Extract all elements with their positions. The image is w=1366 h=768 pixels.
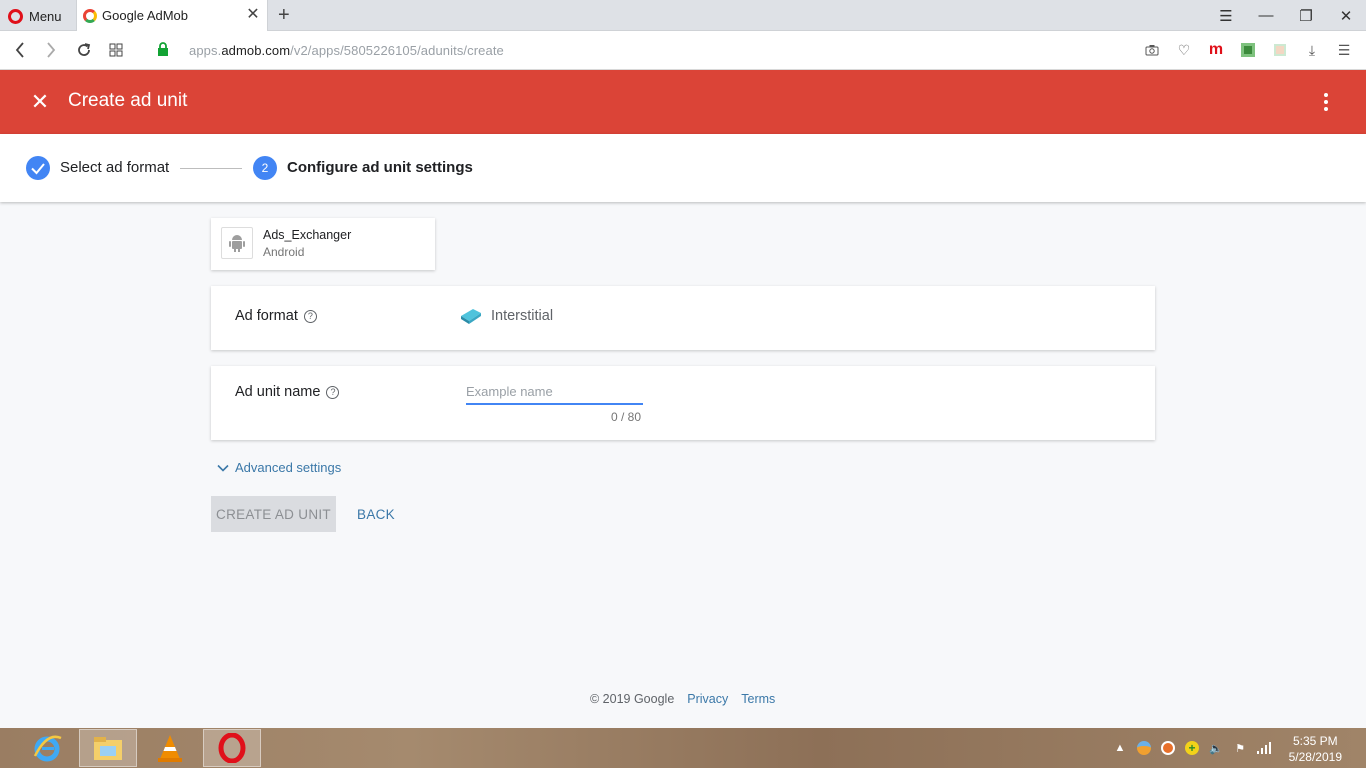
ad-format-value: Interstitial bbox=[459, 306, 553, 326]
tray-app-icon[interactable] bbox=[1136, 740, 1152, 756]
more-options-icon[interactable] bbox=[1316, 90, 1336, 114]
terms-link[interactable]: Terms bbox=[741, 692, 775, 706]
opera-logo-icon bbox=[8, 8, 23, 24]
back-arrow-icon[interactable] bbox=[10, 40, 30, 60]
tab-title: Google AdMob bbox=[102, 8, 189, 23]
volume-icon[interactable]: 🔈 bbox=[1208, 740, 1224, 756]
character-counter: 0 / 80 bbox=[611, 410, 642, 424]
minimize-icon[interactable]: — bbox=[1246, 0, 1286, 31]
admob-favicon-icon bbox=[83, 8, 97, 23]
opera-menu-button[interactable]: Menu bbox=[8, 6, 62, 26]
interstitial-icon bbox=[461, 309, 481, 324]
extension-m-icon[interactable]: m bbox=[1206, 40, 1226, 60]
ad-format-row-label: Ad format ? bbox=[235, 308, 317, 324]
restore-icon[interactable]: ❐ bbox=[1286, 0, 1326, 31]
window-close-icon[interactable]: ✕ bbox=[1326, 0, 1366, 31]
easy-setup-icon[interactable]: ☰ bbox=[1334, 40, 1354, 60]
tray-plus-icon[interactable]: + bbox=[1184, 740, 1200, 756]
close-dialog-icon[interactable]: ✕ bbox=[30, 91, 50, 113]
browser-tab-bar: Menu Google AdMob ✕ + ☰ — ❐ ✕ bbox=[0, 0, 1366, 31]
network-signal-icon[interactable] bbox=[1256, 740, 1272, 756]
tab-menu-icon[interactable]: ☰ bbox=[1206, 0, 1246, 31]
downloads-icon[interactable]: ⤓ bbox=[1302, 40, 1322, 60]
step-select-ad-format[interactable]: Select ad format bbox=[60, 159, 169, 176]
advanced-settings-label: Advanced settings bbox=[235, 460, 342, 475]
address-bar: apps.admob.com/v2/apps/5805226105/adunit… bbox=[0, 31, 1366, 70]
android-icon bbox=[221, 227, 253, 259]
ad-format-name: Interstitial bbox=[491, 308, 554, 324]
stepper-connector bbox=[180, 168, 242, 169]
app-name: Ads_Exchanger bbox=[263, 228, 352, 242]
windows-taskbar: ▲ + 🔈 ⚑ 5:35 PM 5/28/2019 bbox=[0, 728, 1366, 768]
new-tab-plus-icon[interactable]: + bbox=[278, 5, 290, 25]
tab-close-icon[interactable]: ✕ bbox=[245, 7, 261, 23]
ad-unit-name-input[interactable] bbox=[466, 380, 643, 405]
tray-stop-icon[interactable] bbox=[1160, 740, 1176, 756]
reload-icon[interactable] bbox=[74, 40, 94, 60]
selected-app-card: Ads_Exchanger Android bbox=[211, 218, 435, 270]
forward-arrow-icon[interactable] bbox=[41, 40, 61, 60]
app-header-bar: ✕ Create ad unit bbox=[0, 70, 1366, 134]
bookmark-heart-icon[interactable]: ♡ bbox=[1174, 40, 1194, 60]
stepper: Select ad format 2 Configure ad unit set… bbox=[0, 134, 1366, 202]
app-platform: Android bbox=[263, 245, 305, 259]
clock-time: 5:35 PM bbox=[1292, 734, 1338, 748]
extension-green-icon[interactable] bbox=[1238, 40, 1258, 60]
ad-format-label: Ad format bbox=[235, 308, 298, 324]
system-tray: ▲ + 🔈 ⚑ bbox=[1112, 740, 1272, 756]
action-center-flag-icon[interactable]: ⚑ bbox=[1232, 740, 1248, 756]
advanced-settings-toggle[interactable]: Advanced settings bbox=[217, 460, 341, 475]
tray-expand-icon[interactable]: ▲ bbox=[1112, 740, 1128, 756]
ad-unit-name-help-icon[interactable]: ? bbox=[326, 385, 340, 399]
page-footer: © 2019 Google Privacy Terms bbox=[590, 692, 775, 706]
ad-unit-name-card: Ad unit name ? 0 / 80 bbox=[211, 366, 1155, 440]
opera-taskbar-icon[interactable] bbox=[203, 729, 261, 767]
copyright-text: © 2019 Google bbox=[590, 692, 675, 706]
opera-menu-label: Menu bbox=[29, 8, 62, 24]
ad-format-card: Ad format ? Interstitial bbox=[211, 286, 1155, 350]
taskbar-clock[interactable]: 5:35 PM 5/28/2019 bbox=[1289, 733, 1342, 765]
ad-unit-name-row-label: Ad unit name ? bbox=[235, 384, 340, 400]
ad-unit-name-label: Ad unit name bbox=[235, 384, 321, 400]
window-controls: ☰ — ❐ ✕ bbox=[1206, 0, 1366, 31]
create-ad-unit-button[interactable]: CREATE AD UNIT bbox=[211, 496, 336, 532]
snapshot-camera-icon[interactable] bbox=[1142, 40, 1162, 60]
step-configure-settings: Configure ad unit settings bbox=[287, 159, 473, 176]
privacy-link[interactable]: Privacy bbox=[687, 692, 728, 706]
chevron-down-icon bbox=[217, 464, 229, 472]
page-title: Create ad unit bbox=[68, 90, 188, 111]
clock-date: 5/28/2019 bbox=[1288, 750, 1342, 764]
browser-tab-active[interactable]: Google AdMob ✕ bbox=[76, 0, 268, 31]
file-explorer-icon[interactable] bbox=[79, 729, 137, 767]
step-complete-check-icon bbox=[26, 156, 50, 180]
step-number-badge: 2 bbox=[253, 156, 277, 180]
speed-dial-grid-icon[interactable] bbox=[106, 40, 126, 60]
vlc-player-icon[interactable] bbox=[141, 729, 199, 767]
address-bar-actions: ♡ m ⤓ ☰ bbox=[1142, 40, 1354, 60]
lock-icon bbox=[158, 42, 168, 56]
back-button[interactable]: BACK bbox=[350, 496, 402, 532]
ad-format-help-icon[interactable]: ? bbox=[303, 309, 317, 323]
extension-cube-icon[interactable] bbox=[1270, 40, 1290, 60]
url-field[interactable]: apps.admob.com/v2/apps/5805226105/adunit… bbox=[189, 43, 504, 58]
internet-explorer-icon[interactable] bbox=[18, 729, 76, 767]
